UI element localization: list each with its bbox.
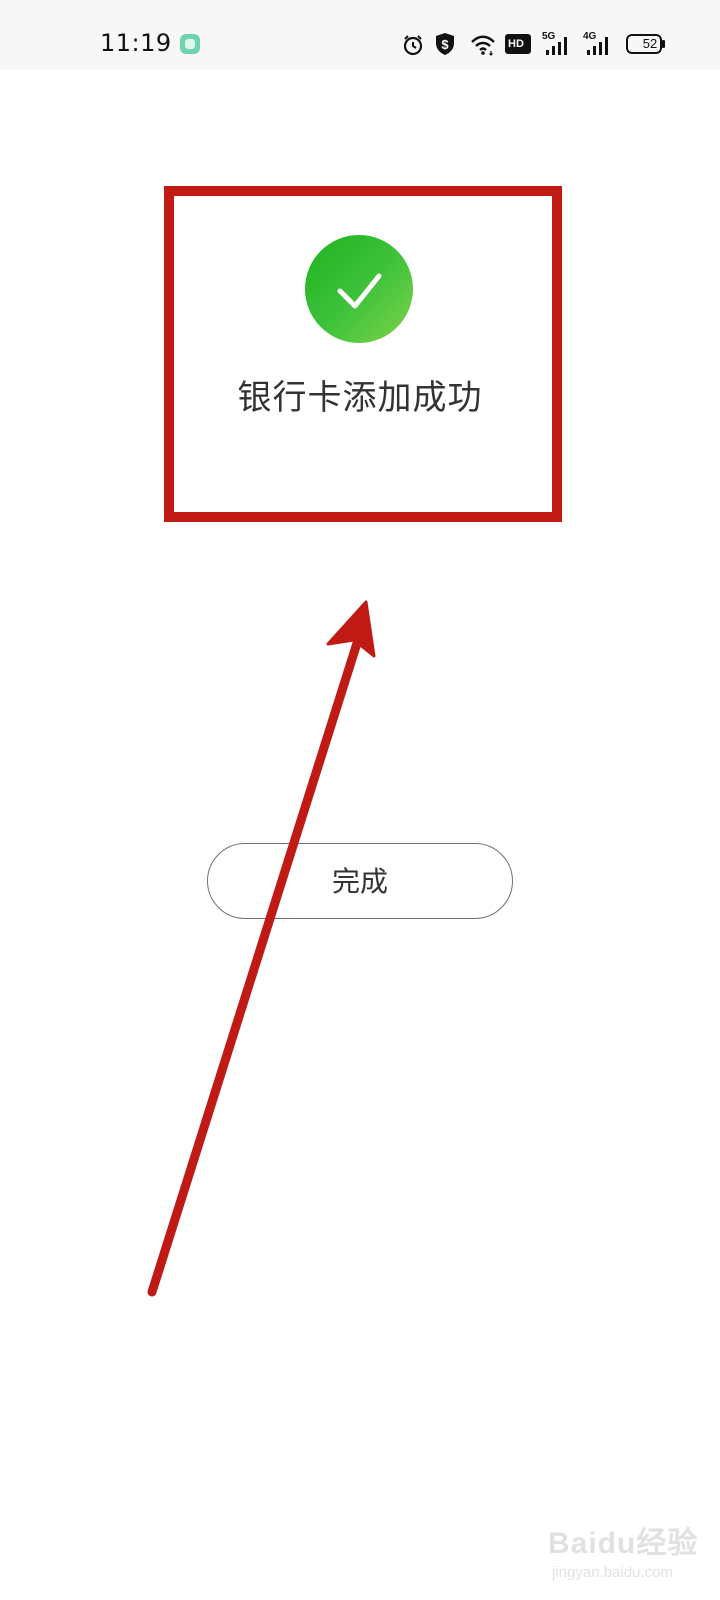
highlight-box-annotation <box>164 186 562 522</box>
watermark-url: jingyan.baidu.com <box>552 1564 673 1581</box>
watermark-brand: Baidu经验 <box>548 1527 699 1560</box>
signal-5g-icon <box>546 37 567 55</box>
status-bar: 11:19 $ HD 5G 4G 52 <box>0 0 720 70</box>
battery-level: 52 <box>642 36 658 51</box>
hd-label: HD <box>508 38 524 50</box>
status-icons: $ HD 5G 4G <box>0 0 720 70</box>
svg-text:$: $ <box>441 37 449 52</box>
done-button[interactable]: 完成 <box>207 843 513 919</box>
shield-dollar-icon: $ <box>436 33 454 55</box>
watermark-logo: Baidu经验 jingyan.baidu.com <box>548 1518 708 1590</box>
wifi-icon <box>471 35 495 56</box>
signal-4g-icon <box>587 37 608 55</box>
alarm-icon <box>403 35 423 56</box>
